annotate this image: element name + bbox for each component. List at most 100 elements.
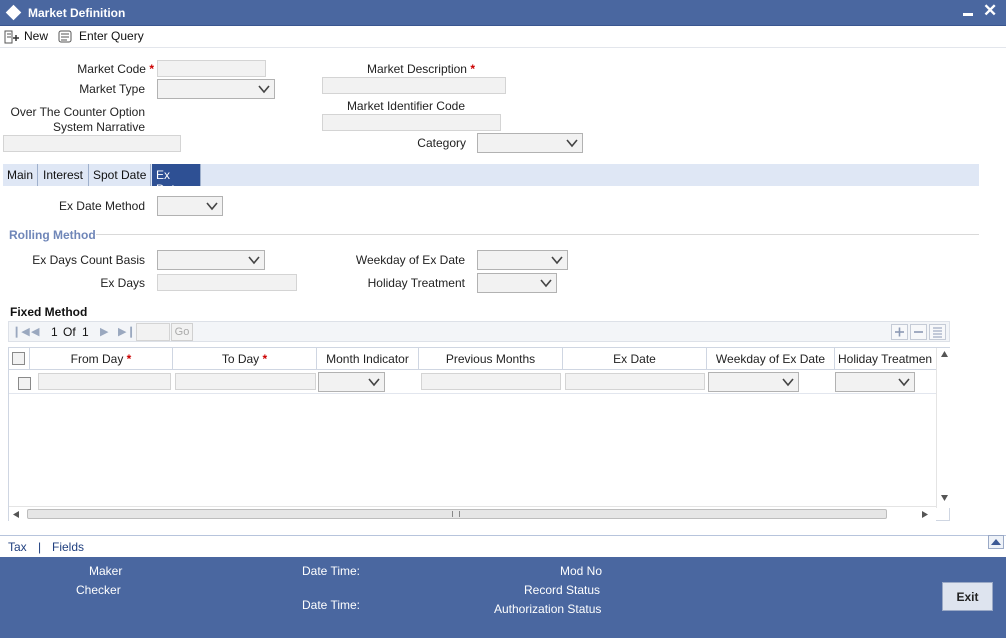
page-number-input[interactable] xyxy=(136,323,170,341)
ex-days-count-basis-label: Ex Days Count Basis xyxy=(32,253,145,267)
tab-ex-date[interactable]: Ex Date xyxy=(152,164,201,196)
holiday-treatment-label: Holiday Treatment xyxy=(367,276,465,290)
to-day-field[interactable] xyxy=(175,373,316,390)
previous-page-icon[interactable]: ◀ xyxy=(31,325,39,338)
weekday-of-ex-date-label: Weekday of Ex Date xyxy=(355,253,465,267)
category-label: Category xyxy=(417,136,466,150)
market-description-field[interactable] xyxy=(322,77,506,94)
tab-spot-date[interactable]: Spot Date xyxy=(89,164,151,186)
market-description-label: Market Description * xyxy=(366,62,475,76)
tab-interest[interactable]: Interest xyxy=(39,164,89,186)
select-all-checkbox[interactable] xyxy=(12,352,25,365)
grid-navigation-bar: ❙◀ ◀ 1 Of 1 ▶ ▶❙ Go xyxy=(8,321,950,342)
holiday-treatment-row-select[interactable] xyxy=(835,372,915,392)
category-select[interactable] xyxy=(477,133,583,153)
ex-date-field[interactable] xyxy=(565,373,705,390)
chevron-down-icon xyxy=(551,256,563,265)
tax-link[interactable]: Tax xyxy=(8,540,27,554)
new-label: New xyxy=(24,29,49,43)
chevron-down-icon xyxy=(540,279,552,288)
column-header-ex-date: Ex Date xyxy=(563,348,707,370)
mod-no-label: Mod No xyxy=(560,564,603,578)
authorization-status-label: Authorization Status xyxy=(494,602,602,616)
tab-bar: Main Interest Spot Date Ex Date xyxy=(3,164,979,196)
table-row xyxy=(9,370,936,394)
previous-months-field[interactable] xyxy=(421,373,561,390)
rolling-method-title: Rolling Method xyxy=(9,228,96,242)
market-identifier-code-field[interactable] xyxy=(322,114,501,131)
otc-label-line2: System Narrative xyxy=(52,120,145,134)
chevron-down-icon xyxy=(206,202,218,211)
fixed-method-grid: From Day * To Day * Month Indicator Prev… xyxy=(8,347,951,521)
app-diamond-icon xyxy=(5,4,22,21)
rolling-method-divider xyxy=(96,234,979,235)
scroll-up-icon[interactable] xyxy=(940,350,949,358)
ex-date-method-select[interactable] xyxy=(157,196,223,216)
window-title: Market Definition xyxy=(28,6,126,20)
chevron-down-icon xyxy=(368,378,380,387)
single-view-icon[interactable] xyxy=(929,324,946,340)
market-code-field[interactable] xyxy=(157,60,266,77)
column-header-from-day: From Day * xyxy=(30,348,173,370)
weekday-of-ex-date-select[interactable] xyxy=(477,250,568,270)
horizontal-scrollbar[interactable] xyxy=(9,506,936,521)
market-type-select[interactable] xyxy=(157,79,275,99)
go-button[interactable]: Go xyxy=(171,323,193,341)
ex-days-count-basis-select[interactable] xyxy=(157,250,265,270)
column-header-holiday-treatment: Holiday Treatmen xyxy=(835,348,936,370)
market-code-label: Market Code * xyxy=(77,62,154,76)
page-of-label: Of xyxy=(63,325,76,339)
maker-date-time-label: Date Time: xyxy=(302,564,361,578)
column-header-weekday-of-ex-date: Weekday of Ex Date xyxy=(707,348,835,370)
scroll-down-icon[interactable] xyxy=(940,494,949,502)
enter-query-button[interactable]: Enter Query xyxy=(58,29,150,47)
otc-system-narrative-field[interactable] xyxy=(3,135,181,152)
toolbar: New Enter Query xyxy=(0,26,1006,48)
footer-links-bar: Tax | Fields xyxy=(0,535,1006,557)
window-title-bar: Market Definition ✕ xyxy=(0,0,1006,26)
chevron-down-icon xyxy=(258,85,270,94)
holiday-treatment-select[interactable] xyxy=(477,273,557,293)
audit-footer: Maker Checker Date Time: Date Time: Mod … xyxy=(0,557,1006,638)
exit-button[interactable]: Exit xyxy=(942,582,993,611)
record-status-label: Record Status xyxy=(524,583,601,597)
query-icon xyxy=(58,30,72,43)
chevron-down-icon xyxy=(782,378,794,387)
first-page-icon[interactable]: ❙◀ xyxy=(12,325,30,338)
close-icon[interactable]: ✕ xyxy=(983,1,997,21)
scroll-right-icon[interactable] xyxy=(921,510,929,519)
ex-date-method-label: Ex Date Method xyxy=(58,199,145,213)
delete-row-icon[interactable] xyxy=(910,324,927,340)
column-header-previous-months: Previous Months xyxy=(419,348,563,370)
month-indicator-select[interactable] xyxy=(318,372,385,392)
horizontal-scroll-thumb[interactable] xyxy=(27,509,887,519)
otc-label-line1: Over The Counter Option xyxy=(10,105,145,119)
ex-days-label: Ex Days xyxy=(100,276,145,290)
last-page-icon[interactable]: ▶❙ xyxy=(118,325,136,338)
scroll-left-icon[interactable] xyxy=(12,510,20,519)
column-header-month-indicator: Month Indicator xyxy=(317,348,419,370)
next-page-icon[interactable]: ▶ xyxy=(100,325,108,338)
chevron-down-icon xyxy=(898,378,910,387)
ex-days-field[interactable] xyxy=(157,274,297,291)
fields-link[interactable]: Fields xyxy=(52,540,84,554)
select-all-header xyxy=(9,348,30,370)
fixed-method-title: Fixed Method xyxy=(10,305,88,319)
from-day-field[interactable] xyxy=(38,373,171,390)
minimize-icon[interactable] xyxy=(962,5,974,21)
chevron-down-icon xyxy=(248,256,260,265)
checker-date-time-label: Date Time: xyxy=(302,598,361,612)
tab-main[interactable]: Main xyxy=(3,164,38,186)
new-record-icon xyxy=(4,30,19,44)
footer-separator: | xyxy=(38,540,42,554)
scroll-grip xyxy=(452,511,460,517)
vertical-scrollbar[interactable] xyxy=(936,348,951,508)
checker-label: Checker xyxy=(76,583,121,597)
row-checkbox[interactable] xyxy=(18,377,31,390)
chevron-down-icon xyxy=(566,139,578,148)
weekday-of-ex-date-row-select[interactable] xyxy=(708,372,799,392)
column-header-to-day: To Day * xyxy=(173,348,317,370)
market-type-label: Market Type xyxy=(79,82,145,96)
collapse-up-icon[interactable] xyxy=(988,535,1004,549)
add-row-icon[interactable] xyxy=(891,324,908,340)
